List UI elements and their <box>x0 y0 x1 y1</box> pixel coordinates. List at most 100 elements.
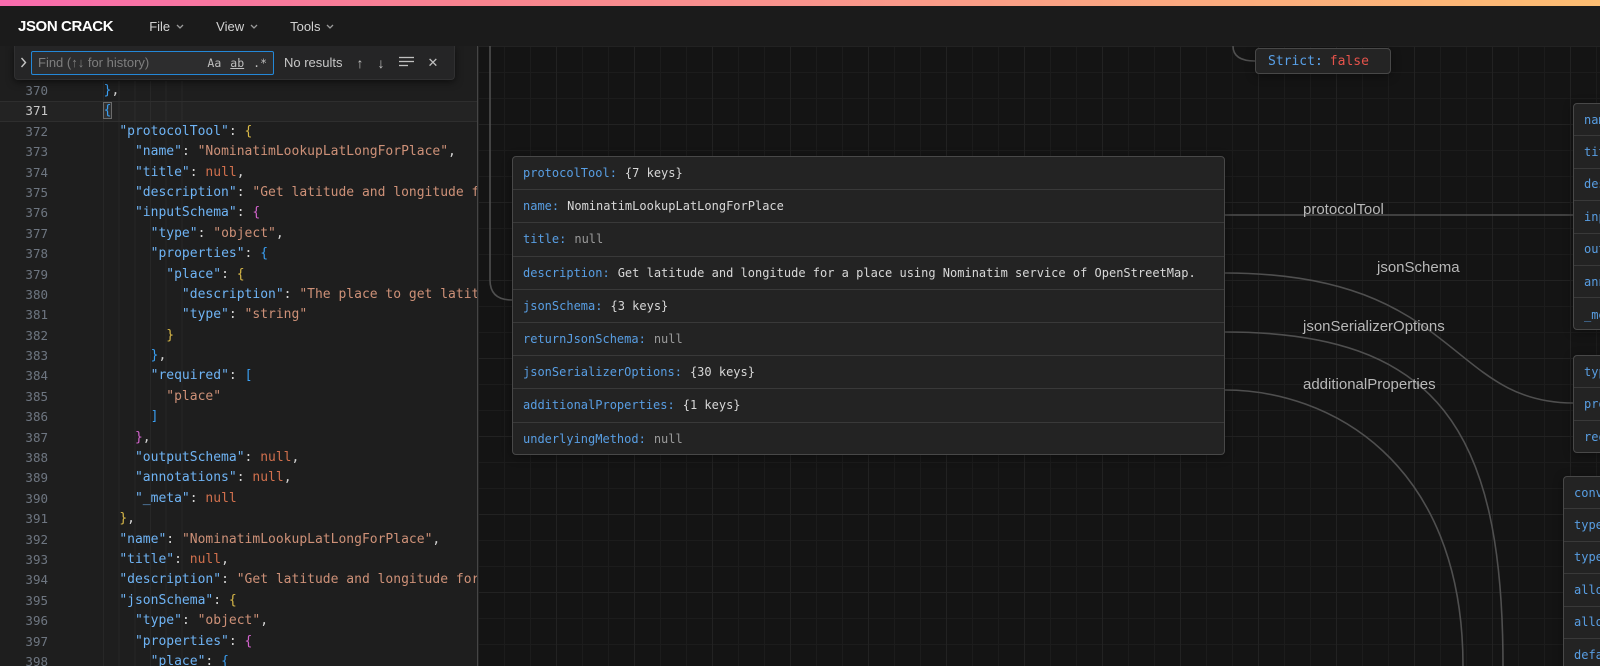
line-content: ] <box>150 409 159 425</box>
line-number: 389 <box>25 470 48 486</box>
edge-label-jsonserializeroptions: jsonSerializerOptions <box>1303 318 1445 335</box>
find-in-selection-icon[interactable] <box>398 54 414 72</box>
find-next-button[interactable]: ↓ <box>378 56 385 70</box>
menu-view[interactable]: View <box>206 13 268 40</box>
code-line-381[interactable]: 381 "type": "string" <box>0 305 477 325</box>
code-line-383[interactable]: 383 }, <box>0 346 477 366</box>
node-row: type: <box>1574 356 1600 389</box>
code-line-370[interactable]: 370 }, <box>0 81 477 101</box>
line-number: 372 <box>25 123 48 139</box>
line-content: "outputSchema": null, <box>134 450 300 466</box>
line-number: 377 <box>25 225 48 241</box>
json-editor-pane[interactable]: Aa ab .* No results ↑ ↓ ✕ 370 },371 {372… <box>0 46 478 666</box>
code-line-390[interactable]: 390 "_meta": null <box>0 489 477 509</box>
find-previous-button[interactable]: ↑ <box>357 56 364 70</box>
code-line-396[interactable]: 396 "type": "object", <box>0 611 477 631</box>
line-content: "properties": { <box>134 633 253 649</box>
tool-detail-node[interactable]: name:title:description:inputSchema:outpu… <box>1573 103 1600 330</box>
node-row: _meta: <box>1584 307 1600 322</box>
code-line-371[interactable]: 371 { <box>0 101 477 121</box>
node-row: converters: <box>1564 477 1600 510</box>
node-row: description: <box>1574 169 1600 202</box>
node-row: inputSchema: <box>1574 201 1600 234</box>
line-number: 371 <box>25 103 48 119</box>
node-row: protocolTool: {7 keys} <box>513 157 1224 191</box>
line-number: 394 <box>25 572 48 588</box>
code-line-372[interactable]: 372 "protocolTool": { <box>0 122 477 142</box>
protocoltool-node[interactable]: protocolTool: {7 keys} name: NominatimLooku… <box>512 156 1225 455</box>
line-number: 384 <box>25 368 48 384</box>
chevron-down-icon <box>250 24 258 29</box>
code-lines: 370 }, 371 {372 "protocolTool": {373 "nam… <box>0 81 477 666</box>
code-line-379[interactable]: 379 "place": { <box>0 265 477 285</box>
line-content: "type": "string" <box>181 307 308 323</box>
code-line-373[interactable]: 373 "name": "NominatimLookupLatLongForPl… <box>0 142 477 162</box>
code-line-375[interactable]: 375 "description": "Get latitude and lon… <box>0 183 477 203</box>
line-content: "protocolTool": { <box>119 123 253 139</box>
code-line-395[interactable]: 395 "jsonSchema": { <box>0 591 477 611</box>
node-row: jsonSerializerOptions: {30 keys} <box>513 356 1224 390</box>
line-number: 393 <box>25 551 48 567</box>
code-editor[interactable]: 370 }, 371 {372 "protocolTool": {373 "nam… <box>0 81 477 666</box>
code-line-376[interactable]: 376 "inputSchema": { <box>0 203 477 223</box>
line-content: "properties": { <box>150 246 269 262</box>
jsonschema-node[interactable]: type:properties: required: <box>1573 355 1600 453</box>
regex-icon[interactable]: .* <box>250 55 270 71</box>
line-number: 373 <box>25 144 48 160</box>
line-number: 386 <box>25 409 48 425</box>
jsonserializeroptions-node[interactable]: converters:typeInfoResolver:typeInfoReso… <box>1563 476 1600 666</box>
code-line-391[interactable]: 391 }, <box>0 509 477 529</box>
line-content: "type": "object", <box>134 613 269 629</box>
code-line-380[interactable]: 380 "description": "The place to get lat… <box>0 285 477 305</box>
code-line-382[interactable]: 382 } <box>0 326 477 346</box>
node-row: typeInfoResolver: <box>1564 509 1600 542</box>
edge-label-additionalproperties: additionalProperties <box>1303 376 1436 393</box>
code-line-397[interactable]: 397 "properties": { <box>0 632 477 652</box>
code-line-377[interactable]: 377 "type": "object", <box>0 224 477 244</box>
node-row: properties: <box>1574 388 1600 421</box>
code-line-378[interactable]: 378 "properties": { <box>0 244 477 264</box>
menu-file[interactable]: File <box>139 13 194 40</box>
code-line-387[interactable]: 387 }, <box>0 428 477 448</box>
find-expand-toggle[interactable] <box>15 57 31 68</box>
line-number: 375 <box>25 184 48 200</box>
node-row: jsonSchema: {3 keys} <box>513 290 1224 323</box>
line-content: "required": [ <box>150 368 253 384</box>
line-content: "name": "NominatimLookupLatLongForPlace"… <box>134 144 456 160</box>
node-row: additionalProperties: {1 keys} <box>513 389 1224 423</box>
line-number: 379 <box>25 266 48 282</box>
find-results-text: No results <box>284 55 343 70</box>
header: JSON CRACK File View Tools <box>0 6 1600 46</box>
code-line-394[interactable]: 394 "description": "Get latitude and lon… <box>0 570 477 590</box>
menu-label: Tools <box>290 18 321 34</box>
line-content: "inputSchema": { <box>134 205 261 221</box>
node-row: allowTrailingCommas: <box>1564 607 1600 639</box>
find-widget: Aa ab .* No results ↑ ↓ ✕ <box>14 46 455 80</box>
line-content: }, <box>134 429 151 445</box>
graph-canvas[interactable]: Strict: false protocolTool: {7 keys} name:… <box>478 46 1600 666</box>
code-line-374[interactable]: 374 "title": null, <box>0 163 477 183</box>
code-line-389[interactable]: 389 "annotations": null, <box>0 468 477 488</box>
find-close-icon[interactable]: ✕ <box>428 55 439 71</box>
match-case-icon[interactable]: Aa <box>204 55 224 71</box>
node-row: outputSchema: <box>1574 234 1600 266</box>
code-line-386[interactable]: 386 ] <box>0 407 477 427</box>
code-line-384[interactable]: 384 "required": [ <box>0 366 477 386</box>
line-number: 382 <box>25 327 48 343</box>
menu-tools[interactable]: Tools <box>280 13 344 40</box>
code-line-392[interactable]: 392 "name": "NominatimLookupLatLongForPl… <box>0 530 477 550</box>
node-row: allowOutOfOrderMetadataProperties: <box>1564 574 1600 607</box>
node-row: description: Get latitude and longitude f… <box>513 257 1224 290</box>
line-content: "place" <box>166 388 222 404</box>
whole-word-icon[interactable]: ab <box>227 55 247 71</box>
code-line-393[interactable]: 393 "title": null, <box>0 550 477 570</box>
find-input[interactable] <box>32 55 205 70</box>
strict-node[interactable]: Strict: false <box>1255 48 1391 74</box>
code-line-385[interactable]: 385 "place" <box>0 387 477 407</box>
line-content: "jsonSchema": { <box>119 592 237 608</box>
node-row: defaultBufferSize: <box>1574 648 1600 663</box>
line-number: 385 <box>25 388 48 404</box>
code-line-388[interactable]: 388 "outputSchema": null, <box>0 448 477 468</box>
node-row: name: <box>1574 104 1600 137</box>
code-line-398[interactable]: 398 "place": { <box>0 652 477 666</box>
